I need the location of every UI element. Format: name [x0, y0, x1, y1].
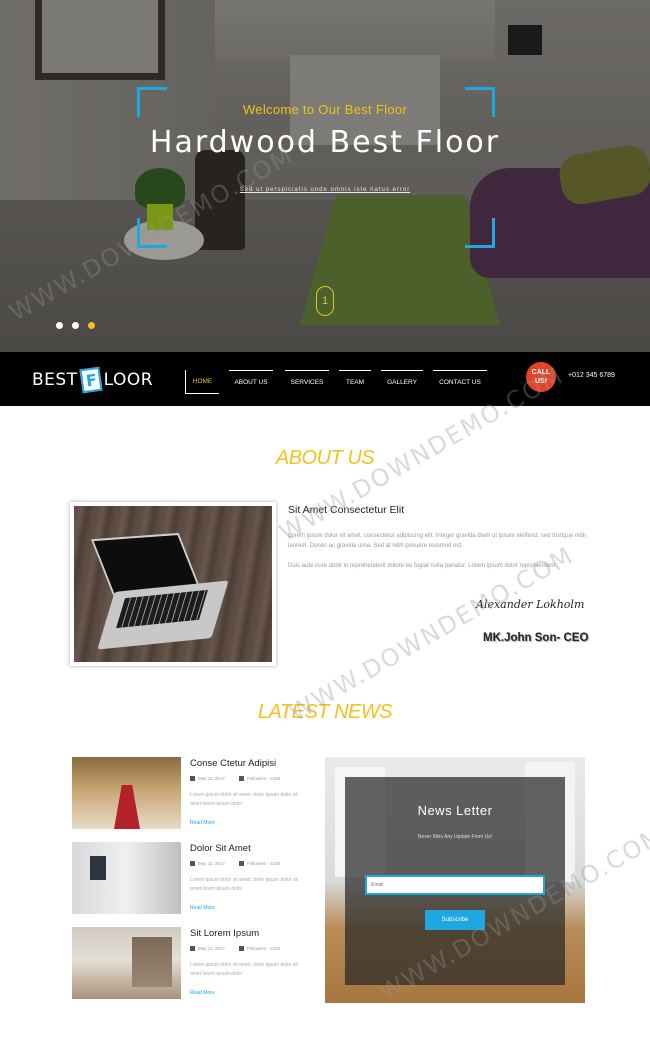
news-author: Fellowers - 2345 — [238, 946, 280, 952]
news-meta: May 11, 2017 Fellowers - 2345 — [190, 946, 280, 952]
nav-services[interactable]: SERVICES — [285, 370, 329, 394]
news-author: Fellowers - 2345 — [238, 861, 280, 867]
newsletter-box: News Letter Never Miss Any Update From U… — [345, 777, 565, 985]
news-meta: May 11, 2017 Fellowers - 2345 — [190, 861, 280, 867]
slider-dots — [56, 322, 95, 329]
news-excerpt: Lorem ipsum dolor sit amet, dolor ipsum … — [190, 792, 298, 807]
ceo-signature: Alexander Lokholm — [476, 598, 585, 611]
slider-dot[interactable] — [72, 322, 79, 329]
news-author: Fellowers - 2345 — [238, 776, 280, 782]
news-thumbnail[interactable] — [72, 842, 181, 914]
news-title[interactable]: Sit Lorem Ipsum — [190, 928, 259, 939]
read-more-link[interactable]: Read More — [190, 905, 215, 911]
news-thumbnail[interactable] — [72, 927, 181, 999]
logo[interactable]: BEST LOOR — [32, 366, 153, 394]
news-date: May 11, 2017 — [190, 946, 225, 952]
newsletter-subtitle: Never Miss Any Update From Us! — [417, 834, 493, 840]
nav-home[interactable]: HOME — [185, 370, 219, 394]
news-excerpt: Lorem ipsum dolor sit amet, dolor ipsum … — [190, 962, 298, 977]
calendar-icon — [190, 946, 195, 952]
about-paragraph-2: Duis aute irure dolor in reprehenderit d… — [288, 563, 556, 569]
subscribe-button[interactable]: Subscribe — [425, 910, 485, 930]
news-meta: May 11, 2017 Fellowers - 2345 — [190, 776, 280, 782]
news-title[interactable]: Conse Ctetur Adipisi — [190, 758, 276, 769]
logo-text-right: LOOR — [103, 370, 154, 390]
calendar-icon — [190, 861, 195, 867]
phone-number: +012 345 6789 — [568, 372, 615, 379]
hero-title: Hardwood Best Floor — [149, 125, 501, 160]
slider-dot[interactable] — [56, 322, 63, 329]
call-us-badge[interactable]: CALL US! — [526, 362, 556, 392]
about-section-title: ABOUT US — [275, 447, 375, 469]
read-more-link[interactable]: Read More — [190, 820, 215, 826]
nav-team[interactable]: TEAM — [339, 370, 371, 394]
ceo-name: MK.John Son- CEO — [483, 632, 589, 644]
call-us-label: CALL US! — [531, 369, 551, 385]
nav-gallery[interactable]: GALLERY — [381, 370, 423, 394]
slider-dot-active[interactable] — [88, 322, 95, 329]
hero-welcome: Welcome to Our Best Floor — [242, 102, 408, 117]
frame-corner-icon — [137, 218, 167, 248]
logo-text-left: BEST — [32, 370, 78, 390]
calendar-icon — [190, 776, 195, 782]
user-icon — [238, 946, 244, 952]
nav-about-us[interactable]: ABOUT US — [229, 370, 273, 394]
news-title[interactable]: Dolor Sit Amet — [190, 843, 251, 854]
news-section-title: LATEST NEWS — [257, 701, 393, 723]
user-icon — [238, 776, 244, 782]
user-icon — [238, 861, 244, 867]
newsletter-panel: News Letter Never Miss Any Update From U… — [325, 757, 585, 1003]
about-paragraph-1: Lorem ipsum dolor sit amet, consectetur … — [288, 533, 587, 549]
read-more-link[interactable]: Read More — [190, 990, 215, 996]
nav-contact-us[interactable]: CONTACT US — [433, 370, 487, 394]
about-heading: Sit Amet Consectetur Elit — [288, 504, 405, 516]
newsletter-title: News Letter — [417, 803, 493, 818]
logo-f-icon — [79, 366, 103, 394]
news-date: May 11, 2017 — [190, 776, 225, 782]
frame-corner-icon — [465, 218, 495, 248]
hero-slider: Welcome to Our Best Floor Hardwood Best … — [0, 0, 650, 352]
email-field[interactable] — [365, 875, 545, 895]
about-photo — [70, 502, 276, 666]
hero-subtitle-link[interactable]: Sed ut perspiciatis unde omnis iste natu… — [0, 187, 650, 193]
news-thumbnail[interactable] — [72, 757, 181, 829]
news-excerpt: Lorem ipsum dolor sit amet, dolor ipsum … — [190, 877, 298, 892]
news-date: May 11, 2017 — [190, 861, 225, 867]
slide-number-indicator[interactable]: 1 — [316, 286, 334, 316]
